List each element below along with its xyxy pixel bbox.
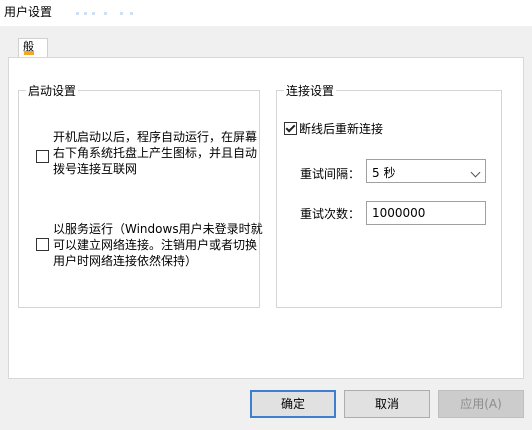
ok-button[interactable]: 确定 bbox=[250, 390, 336, 418]
connection-settings-legend: 连接设置 bbox=[286, 84, 335, 98]
connection-settings-group: 连接设置 bbox=[276, 82, 502, 308]
retry-interval-select[interactable]: 5 秒 bbox=[366, 159, 486, 183]
run-as-service-checkbox[interactable] bbox=[36, 238, 49, 251]
retry-count-input[interactable]: 1000000 bbox=[366, 201, 486, 225]
autostart-label[interactable]: 开机启动以后，程序自动运行，在屏幕右下角系统托盘上产生图标，并且自动拨号连接互联… bbox=[53, 129, 263, 177]
run-as-service-label[interactable]: 以服务运行（Windows用户未登录时就可以建立网络连接。注销用户或者切换用户时… bbox=[53, 221, 263, 269]
chevron-down-icon bbox=[470, 167, 481, 178]
title-decoration bbox=[76, 12, 136, 18]
tab-general[interactable]: 般 bbox=[18, 38, 48, 59]
tab-icon bbox=[24, 51, 34, 55]
retry-interval-label: 重试间隔： bbox=[300, 167, 361, 181]
startup-settings-legend: 启动设置 bbox=[28, 84, 77, 98]
startup-settings-group: 启动设置 bbox=[18, 82, 260, 308]
reconnect-label[interactable]: 断线后重新连接 bbox=[299, 121, 383, 137]
retry-count-label: 重试次数： bbox=[300, 207, 361, 221]
retry-interval-value: 5 秒 bbox=[372, 166, 396, 180]
title-bar: 用户设置 bbox=[0, 0, 532, 26]
cancel-button[interactable]: 取消 bbox=[344, 390, 430, 418]
autostart-checkbox[interactable] bbox=[36, 150, 49, 163]
reconnect-checkbox[interactable] bbox=[284, 122, 297, 135]
apply-button[interactable]: 应用(A) bbox=[438, 390, 524, 418]
tab-strip bbox=[8, 26, 524, 38]
window-title: 用户设置 bbox=[4, 5, 53, 19]
